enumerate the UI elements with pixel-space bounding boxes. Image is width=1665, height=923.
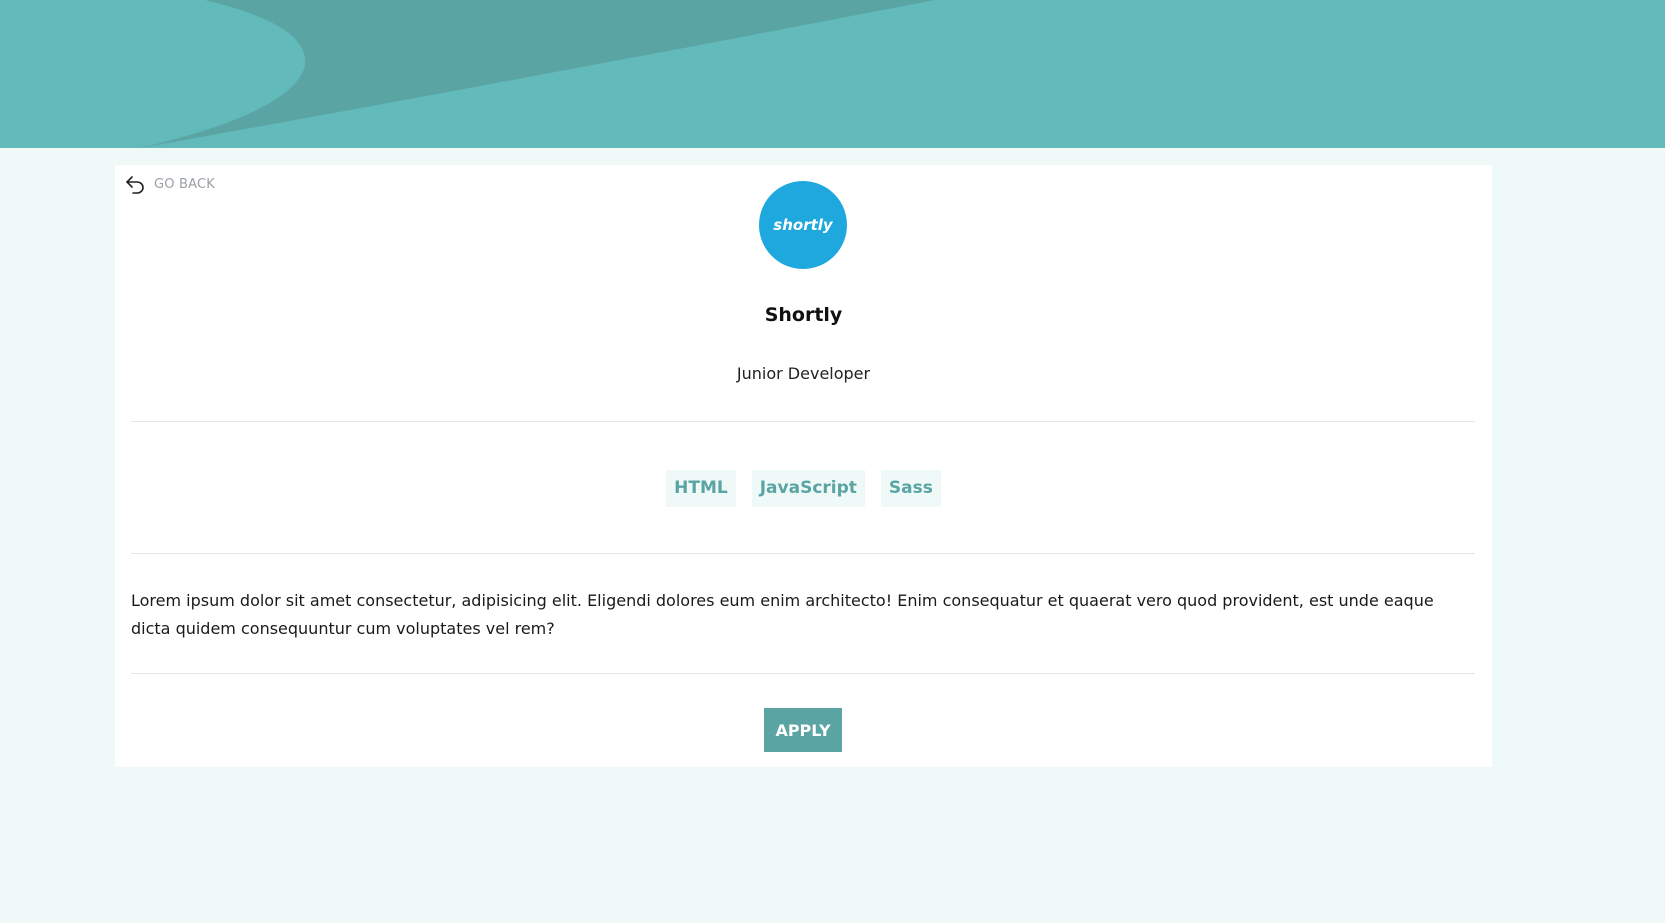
back-arrow-icon (124, 173, 146, 195)
go-back-link[interactable]: GO BACK (124, 173, 215, 195)
apply-button[interactable]: APPLY (764, 708, 842, 752)
tag-javascript[interactable]: JavaScript (751, 470, 865, 507)
banner-wave-decoration (140, 0, 935, 148)
go-back-label: GO BACK (154, 176, 216, 192)
divider-bottom (131, 673, 1475, 674)
company-logo-text: shortly (773, 216, 833, 234)
tag-sass[interactable]: Sass (880, 470, 941, 507)
tag-html[interactable]: HTML (666, 470, 736, 507)
job-role: Junior Developer (736, 364, 871, 383)
skill-tags: HTML JavaScript Sass (115, 470, 1492, 507)
job-detail-card: GO BACK shortly Shortly Junior Developer… (115, 165, 1492, 767)
job-description: Lorem ipsum dolor sit amet consectetur, … (131, 591, 1434, 638)
company-name: Shortly (764, 304, 843, 326)
company-logo: shortly (759, 181, 847, 269)
divider-top (131, 421, 1475, 422)
header-banner (0, 0, 1665, 148)
divider-middle (131, 553, 1475, 554)
